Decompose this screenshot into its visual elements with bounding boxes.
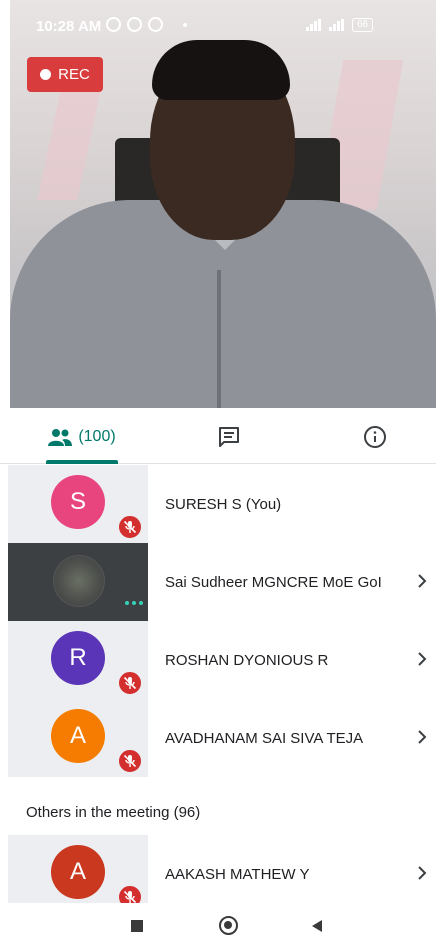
more-notifications-icon bbox=[183, 22, 187, 27]
chevron-right-icon[interactable] bbox=[416, 572, 428, 590]
participant-name: AAKASH MATHEW Y bbox=[165, 865, 310, 883]
participant-row[interactable]: S SURESH S (You) bbox=[0, 465, 436, 543]
tab-info[interactable] bbox=[352, 410, 398, 464]
location-icon bbox=[148, 17, 163, 32]
recording-badge: REC bbox=[27, 57, 103, 92]
participant-row[interactable]: Sai Sudheer MGNCRE MoE GoI bbox=[0, 543, 436, 621]
recents-button[interactable] bbox=[131, 920, 143, 932]
speaking-indicator-icon bbox=[125, 601, 143, 605]
chevron-right-icon[interactable] bbox=[416, 650, 428, 668]
recording-label: REC bbox=[58, 66, 90, 83]
people-icon bbox=[48, 429, 73, 446]
back-button[interactable] bbox=[312, 920, 322, 932]
chevron-right-icon[interactable] bbox=[416, 864, 428, 882]
participant-tile: R bbox=[8, 621, 148, 699]
meeting-tabs: (100) bbox=[0, 410, 436, 464]
chevron-right-icon[interactable] bbox=[416, 728, 428, 746]
tab-people[interactable]: (100) bbox=[46, 410, 118, 464]
participant-row[interactable]: R ROSHAN DYONIOUS R bbox=[0, 621, 436, 699]
meet-icon bbox=[127, 17, 142, 32]
participant-tile: S bbox=[8, 465, 148, 543]
info-icon bbox=[364, 426, 386, 448]
organization-logo bbox=[53, 555, 105, 607]
home-button[interactable] bbox=[219, 916, 238, 935]
battery-icon: 66 bbox=[352, 18, 374, 32]
others-section-title: Others in the meeting (96) bbox=[26, 804, 201, 821]
participant-name: AVADHANAM SAI SIVA TEJA bbox=[165, 729, 364, 747]
system-nav-bar bbox=[0, 903, 436, 935]
participant-tile: A bbox=[8, 835, 148, 913]
avatar: R bbox=[51, 631, 105, 685]
participant-name: SURESH S (You) bbox=[165, 495, 282, 513]
notification-icons bbox=[106, 17, 187, 32]
wall-decoration bbox=[37, 80, 103, 200]
status-bar: 10:28 AM 66 bbox=[0, 0, 436, 50]
tab-chat[interactable] bbox=[206, 410, 252, 464]
active-tab-indicator bbox=[46, 460, 118, 464]
whatsapp-icon bbox=[106, 17, 121, 32]
volte-signal-icon bbox=[306, 19, 321, 31]
participant-name: Sai Sudheer MGNCRE MoE GoI bbox=[165, 573, 382, 591]
system-indicators: 66 bbox=[306, 18, 374, 32]
avatar: S bbox=[51, 475, 105, 529]
avatar: A bbox=[51, 709, 105, 763]
participant-tile bbox=[8, 543, 148, 621]
participant-name: ROSHAN DYONIOUS R bbox=[165, 651, 329, 669]
status-time: 10:28 AM bbox=[36, 18, 102, 35]
participant-tile: A bbox=[8, 699, 148, 777]
mic-off-icon bbox=[117, 748, 143, 774]
mic-off-icon bbox=[117, 514, 143, 540]
signal-icon bbox=[329, 19, 344, 31]
participant-row[interactable]: A AAKASH MATHEW Y bbox=[0, 835, 436, 913]
chat-icon bbox=[219, 427, 239, 447]
avatar: A bbox=[51, 845, 105, 899]
participant-row[interactable]: A AVADHANAM SAI SIVA TEJA bbox=[0, 699, 436, 777]
shirt-placket bbox=[217, 270, 221, 408]
participant-count: (100) bbox=[78, 428, 116, 445]
mic-off-icon bbox=[117, 670, 143, 696]
record-dot-icon bbox=[40, 69, 52, 80]
